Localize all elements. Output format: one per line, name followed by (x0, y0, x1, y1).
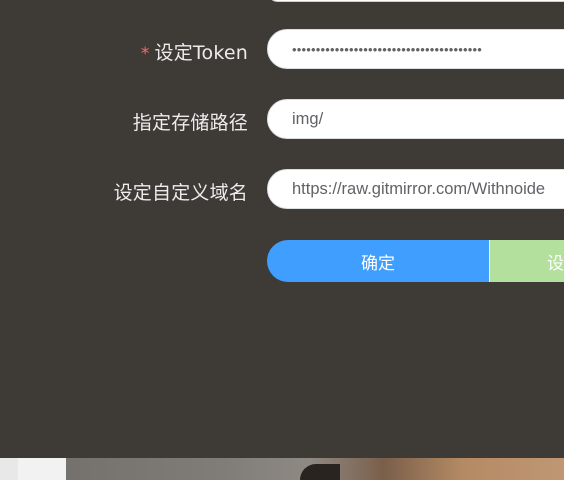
set-default-button[interactable]: 设 (490, 240, 564, 282)
storage-path-row: 指定存储路径 (0, 99, 564, 141)
required-star: * (140, 44, 150, 64)
confirm-button[interactable]: 确定 (267, 240, 489, 282)
storage-path-input[interactable] (267, 99, 564, 139)
token-row: * 设定Token (0, 29, 564, 71)
settings-panel: *设定Token 指定存储路径 设定自定义域名 确定 设 (0, 0, 564, 458)
custom-domain-row: 设定自定义域名 (0, 169, 564, 211)
custom-domain-label: 设定自定义域名 (113, 182, 248, 204)
custom-domain-input[interactable] (267, 169, 564, 209)
button-group: 确定 设 (267, 240, 564, 282)
background-image-strip (0, 458, 564, 480)
token-label-text: 设定Token (154, 42, 248, 64)
background-block-inner (18, 458, 66, 480)
previous-field-input[interactable] (267, 0, 564, 2)
token-input[interactable] (267, 29, 564, 69)
token-label: * 设定Token (141, 38, 248, 65)
background-shape (300, 464, 340, 480)
storage-path-label: 指定存储路径 (132, 112, 248, 134)
background-block (0, 458, 66, 480)
